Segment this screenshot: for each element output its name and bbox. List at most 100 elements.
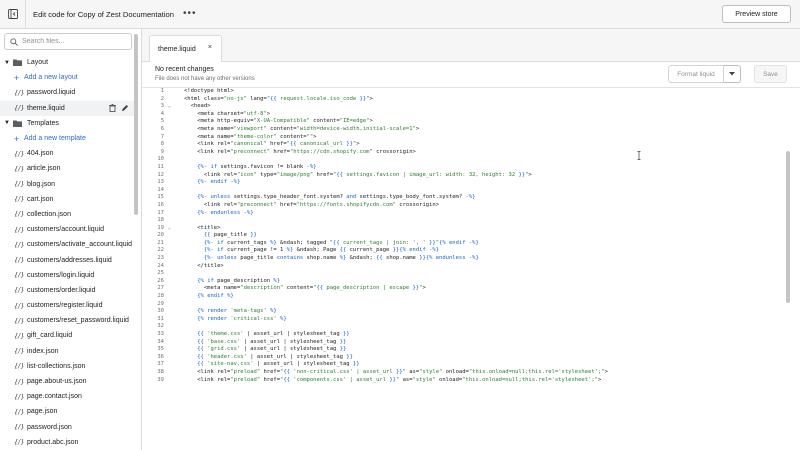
tab-theme-liquid[interactable]: theme.liquid × xyxy=(149,35,222,62)
folder-icon xyxy=(13,120,22,127)
file-item[interactable]: {/} collection.json xyxy=(0,207,134,222)
format-options-button[interactable] xyxy=(724,65,741,83)
liquid-file-icon: {/} xyxy=(14,377,25,386)
code-line[interactable]: {%- if current_tags %} &ndash; tagged "{… xyxy=(184,240,784,248)
version-status-subtitle: File does not have any other versions xyxy=(155,76,255,82)
file-item[interactable]: {/} gift_card.liquid xyxy=(0,328,134,343)
fold-chevron-icon[interactable]: ⌄ xyxy=(168,103,171,111)
folder-layout[interactable]: ▼ Layout xyxy=(0,55,134,70)
code-line[interactable]: <head> xyxy=(184,103,784,111)
code-line[interactable] xyxy=(184,217,784,225)
pencil-icon[interactable] xyxy=(121,104,129,112)
file-item[interactable]: {/} page.json xyxy=(0,404,134,419)
sidebar-scrollbar[interactable] xyxy=(134,33,138,449)
preview-store-button[interactable]: Preview store xyxy=(722,5,791,23)
file-item[interactable]: {/} customers/reset_password.liquid xyxy=(0,313,134,328)
code-line[interactable]: {{ 'theme.css' | asset_url | stylesheet_… xyxy=(184,331,784,339)
editor-scrollbar[interactable] xyxy=(785,88,791,450)
file-item[interactable]: {/} index.json xyxy=(0,344,134,359)
code-line[interactable] xyxy=(184,156,784,164)
folder-label: Layout xyxy=(27,59,49,67)
liquid-file-icon: {/} xyxy=(14,180,25,189)
code-line[interactable]: {{ 'base.css' | asset_url | stylesheet_t… xyxy=(184,339,784,347)
code-editor[interactable]: 1 2 3 ⌄ 4 5 6 7 8 9 10 11 12 13 14 15 16 17 18 19 ⌄ 20 21 22 23 2… xyxy=(142,88,800,450)
code-line[interactable]: {%- if current_page != 1 %} &ndash; Page… xyxy=(184,247,784,255)
file-item[interactable]: {/} blog.json xyxy=(0,177,134,192)
code-line[interactable] xyxy=(184,323,784,331)
code-line[interactable]: <link rel="preconnect" href="https://fon… xyxy=(184,202,784,210)
code-line[interactable]: {%- unless settings.type_header_font.sys… xyxy=(184,194,784,202)
liquid-file-icon: {/} xyxy=(14,423,25,432)
close-tab-icon[interactable]: × xyxy=(208,44,212,51)
line-number: 24 xyxy=(157,262,164,269)
file-item[interactable]: {/} customers/register.liquid xyxy=(0,298,134,313)
file-item[interactable]: {/} list-collections.json xyxy=(0,359,134,374)
code-line[interactable]: <meta name="description" content="{{ pag… xyxy=(184,285,784,293)
exit-editor-button[interactable] xyxy=(0,0,26,29)
fold-chevron-icon[interactable]: ⌄ xyxy=(168,225,171,233)
file-item[interactable]: {/} password.liquid xyxy=(0,85,134,100)
more-actions-icon[interactable]: ••• xyxy=(183,9,197,19)
add-new-template-link[interactable]: + Add a new template xyxy=(0,131,134,146)
line-number: 37 xyxy=(157,361,164,368)
code-line[interactable]: <meta http-equiv="X-UA-Compatible" conte… xyxy=(184,118,784,126)
file-item[interactable]: {/} page.contact.json xyxy=(0,389,134,404)
code-line[interactable]: {% render 'critical-css' %} xyxy=(184,316,784,324)
file-name: article.json xyxy=(27,165,61,173)
file-item[interactable]: {/} page.about-us.json xyxy=(0,374,134,389)
file-item[interactable]: {/} customers/activate_account.liquid xyxy=(0,237,134,252)
liquid-file-icon: {/} xyxy=(14,407,25,416)
code-lines[interactable]: <!doctype html> <html class="no-js" lang=… xyxy=(184,88,784,384)
line-number: 34 xyxy=(157,338,164,345)
file-item[interactable]: {/} password.json xyxy=(0,420,134,435)
code-line[interactable]: {%- if settings.favicon != blank -%} xyxy=(184,164,784,172)
code-line[interactable]: {{ 'site-nav.css' | asset_url | styleshe… xyxy=(184,361,784,369)
file-item[interactable]: {/} customers/addresses.liquid xyxy=(0,252,134,267)
code-line[interactable]: <link rel="icon" type="image/png" href="… xyxy=(184,172,784,180)
code-line[interactable]: </title> xyxy=(184,263,784,271)
file-name: password.liquid xyxy=(27,89,76,97)
file-item[interactable]: {/} customers/order.liquid xyxy=(0,283,134,298)
line-number: 3 ⌄ xyxy=(160,103,171,111)
tab-label: theme.liquid xyxy=(158,45,196,53)
file-name: customers/login.liquid xyxy=(27,271,95,279)
code-line[interactable]: {% if page_description %} xyxy=(184,278,784,286)
search-files-input[interactable] xyxy=(22,38,122,45)
trash-icon[interactable] xyxy=(109,103,116,112)
plus-icon: + xyxy=(14,72,20,83)
code-line[interactable]: <title> xyxy=(184,225,784,233)
file-item[interactable]: {/} cart.json xyxy=(0,192,134,207)
code-line[interactable]: {{ 'grid.css' | asset_url | stylesheet_t… xyxy=(184,346,784,354)
code-line[interactable] xyxy=(184,270,784,278)
add-new-layout-link[interactable]: + Add a new layout xyxy=(0,70,134,85)
code-line[interactable]: {{ page_title }} xyxy=(184,232,784,240)
code-line[interactable]: {% endif %} xyxy=(184,293,784,301)
file-item[interactable]: {/} customers/account.liquid xyxy=(0,222,134,237)
code-line[interactable]: {%- unless page_title contains shop.name… xyxy=(184,255,784,263)
code-line[interactable]: <html class="no-js" lang="{{ request.loc… xyxy=(184,96,784,104)
line-number: 6 xyxy=(160,125,164,132)
save-button[interactable]: Save xyxy=(754,65,787,83)
code-line[interactable]: <meta name="theme-color" content=""> xyxy=(184,134,784,142)
file-item[interactable]: {/} product.abc.json xyxy=(0,435,134,450)
code-line[interactable]: {%- endif -%} xyxy=(184,179,784,187)
code-line[interactable]: <link rel="preload" href="{{ 'non-critic… xyxy=(184,369,784,377)
code-line[interactable]: <link rel="preconnect" href="https://cdn… xyxy=(184,149,784,157)
file-name: customers/reset_password.liquid xyxy=(27,317,129,325)
code-line[interactable] xyxy=(184,187,784,195)
folder-templates[interactable]: ▼ Templates xyxy=(0,116,134,131)
code-line[interactable]: {{ 'header.css' | asset_url | stylesheet… xyxy=(184,354,784,362)
code-line[interactable]: {% render 'meta-tags' %} xyxy=(184,308,784,316)
file-item[interactable]: {/} 404.json xyxy=(0,146,134,161)
file-item[interactable]: {/} article.json xyxy=(0,161,134,176)
code-line[interactable]: <!doctype html> xyxy=(184,88,784,96)
file-item[interactable]: {/} customers/login.liquid xyxy=(0,268,134,283)
file-item-active[interactable]: {/} theme.liquid xyxy=(0,100,134,116)
code-line[interactable]: <link rel="preload" href="{{ 'components… xyxy=(184,377,784,385)
code-line[interactable]: <meta name="viewport" content="width=dev… xyxy=(184,126,784,134)
code-line[interactable]: {%- endunless -%} xyxy=(184,210,784,218)
code-line[interactable]: <link rel="canonical" href="{{ canonical… xyxy=(184,141,784,149)
format-liquid-button[interactable]: Format liquid xyxy=(668,65,724,83)
code-line[interactable] xyxy=(184,301,784,309)
code-line[interactable]: <meta charset="utf-8"> xyxy=(184,111,784,119)
